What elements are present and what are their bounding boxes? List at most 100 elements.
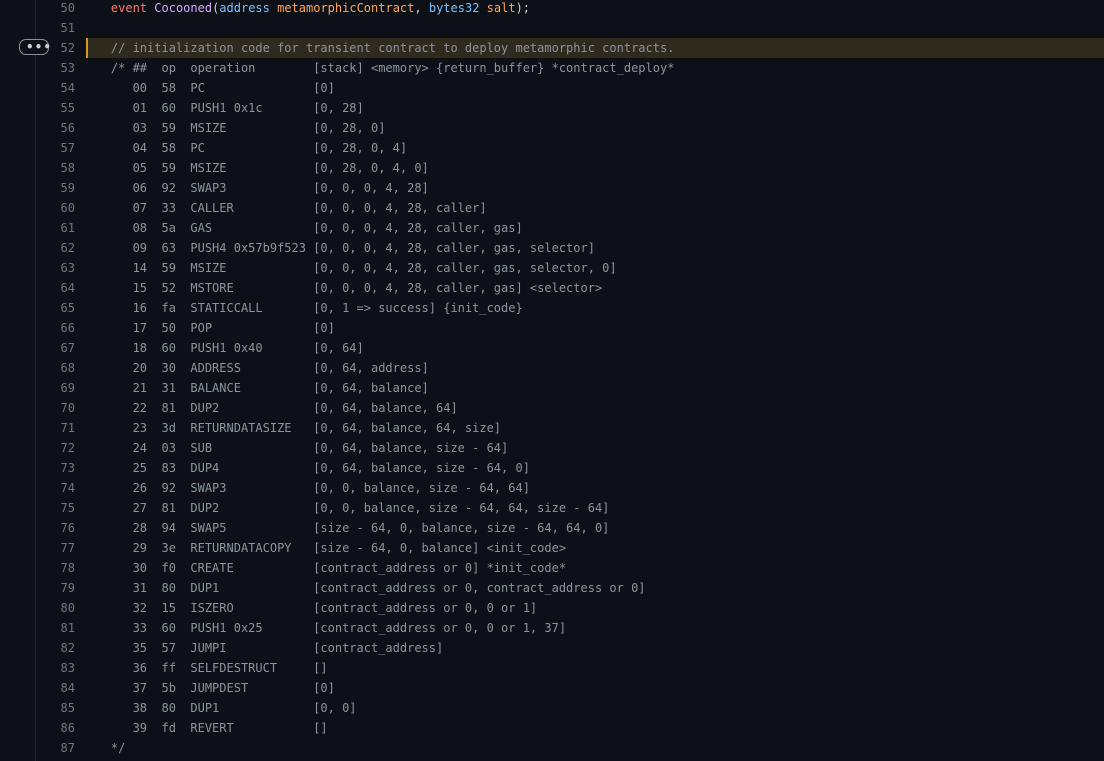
code-token: 03 59 MSIZE [0, 28, 0]: [82, 121, 386, 135]
line-number[interactable]: 87: [36, 738, 75, 758]
line-number[interactable]: 86: [36, 718, 75, 738]
code-token: 29 3e RETURNDATACOPY [size - 64, 0, bala…: [82, 541, 567, 555]
code-token: 01 60 PUSH1 0x1c [0, 28]: [82, 101, 364, 115]
line-code: 37 5b JUMPDEST [0]: [82, 678, 335, 698]
code-line: 50 event Cocooned(address metamorphicCon…: [0, 0, 1104, 18]
code-line: 73 25 83 DUP4 [0, 64, balance, size - 64…: [0, 458, 1104, 478]
line-number[interactable]: 56: [36, 118, 75, 138]
line-code: 08 5a GAS [0, 0, 0, 4, 28, caller, gas]: [82, 218, 523, 238]
line-code: 14 59 MSIZE [0, 0, 0, 4, 28, caller, gas…: [82, 258, 617, 278]
code-token: 27 81 DUP2 [0, 0, balance, size - 64, 64…: [82, 501, 610, 515]
line-code: 30 f0 CREATE [contract_address or 0] *in…: [82, 558, 567, 578]
line-number[interactable]: 65: [36, 298, 75, 318]
line-number[interactable]: 70: [36, 398, 75, 418]
line-number[interactable]: 75: [36, 498, 75, 518]
line-code: 24 03 SUB [0, 64, balance, size - 64]: [82, 438, 509, 458]
code-token: salt: [486, 1, 516, 15]
line-number[interactable]: 74: [36, 478, 75, 498]
line-number[interactable]: 82: [36, 638, 75, 658]
code-token: 21 31 BALANCE [0, 64, balance]: [82, 381, 429, 395]
code-line: 60 07 33 CALLER [0, 0, 0, 4, 28, caller]: [0, 198, 1104, 218]
line-number[interactable]: 59: [36, 178, 75, 198]
line-number[interactable]: 62: [36, 238, 75, 258]
line-number[interactable]: 71: [36, 418, 75, 438]
line-number[interactable]: 64: [36, 278, 75, 298]
code-token: 39 fd REVERT []: [82, 721, 328, 735]
line-number[interactable]: 53: [36, 58, 75, 78]
code-line: 65 16 fa STATICCALL [0, 1 => success] {i…: [0, 298, 1104, 318]
line-number[interactable]: 79: [36, 578, 75, 598]
line-code: event Cocooned(address metamorphicContra…: [82, 0, 530, 18]
line-number[interactable]: 81: [36, 618, 75, 638]
line-code: 18 60 PUSH1 0x40 [0, 64]: [82, 338, 364, 358]
code-line: 53 /* ## op operation [stack] <memory> {…: [0, 58, 1104, 78]
code-token: 06 92 SWAP3 [0, 0, 0, 4, 28]: [82, 181, 429, 195]
code-line: 82 35 57 JUMPI [contract_address]: [0, 638, 1104, 658]
line-number[interactable]: 51: [36, 18, 75, 38]
code-token: 20 30 ADDRESS [0, 64, address]: [82, 361, 429, 375]
code-token: 25 83 DUP4 [0, 64, balance, size - 64, 0…: [82, 461, 530, 475]
code-token: // initialization code for transient con…: [82, 41, 675, 55]
line-code: 29 3e RETURNDATACOPY [size - 64, 0, bala…: [82, 538, 567, 558]
code-token: 22 81 DUP2 [0, 64, balance, 64]: [82, 401, 458, 415]
code-line: 54 00 58 PC [0]: [0, 78, 1104, 98]
code-line: 57 04 58 PC [0, 28, 0, 4]: [0, 138, 1104, 158]
line-number[interactable]: 66: [36, 318, 75, 338]
code-line: 86 39 fd REVERT []: [0, 718, 1104, 738]
line-number[interactable]: 63: [36, 258, 75, 278]
line-number[interactable]: 67: [36, 338, 75, 358]
code-line: 71 23 3d RETURNDATASIZE [0, 64, balance,…: [0, 418, 1104, 438]
line-code: 31 80 DUP1 [contract_address or 0, contr…: [82, 578, 646, 598]
code-token: 04 58 PC [0, 28, 0, 4]: [82, 141, 408, 155]
line-number[interactable]: 80: [36, 598, 75, 618]
code-line: 51: [0, 18, 1104, 38]
line-number[interactable]: 55: [36, 98, 75, 118]
line-number[interactable]: 77: [36, 538, 75, 558]
code-token: 00 58 PC [0]: [82, 81, 335, 95]
code-line: 55 01 60 PUSH1 0x1c [0, 28]: [0, 98, 1104, 118]
line-number[interactable]: 68: [36, 358, 75, 378]
line-code: 22 81 DUP2 [0, 64, balance, 64]: [82, 398, 458, 418]
code-line: 76 28 94 SWAP5 [size - 64, 0, balance, s…: [0, 518, 1104, 538]
code-line: 81 33 60 PUSH1 0x25 [contract_address or…: [0, 618, 1104, 638]
line-number[interactable]: 85: [36, 698, 75, 718]
code-token: 35 57 JUMPI [contract_address]: [82, 641, 444, 655]
code-line: 70 22 81 DUP2 [0, 64, balance, 64]: [0, 398, 1104, 418]
line-code: 01 60 PUSH1 0x1c [0, 28]: [82, 98, 364, 118]
code-token: metamorphicContract: [277, 1, 415, 15]
line-number[interactable]: 76: [36, 518, 75, 538]
code-line: 61 08 5a GAS [0, 0, 0, 4, 28, caller, ga…: [0, 218, 1104, 238]
code-token: );: [515, 1, 531, 15]
code-line: 52 // initialization code for transient …: [0, 38, 1104, 58]
code-line: 67 18 60 PUSH1 0x40 [0, 64]: [0, 338, 1104, 358]
line-code: 03 59 MSIZE [0, 28, 0]: [82, 118, 386, 138]
line-code: 17 50 POP [0]: [82, 318, 335, 338]
expand-lines-button[interactable]: •••: [19, 39, 51, 55]
line-number[interactable]: 72: [36, 438, 75, 458]
code-token: 26 92 SWAP3 [0, 0, balance, size - 64, 6…: [82, 481, 530, 495]
line-code: 25 83 DUP4 [0, 64, balance, size - 64, 0…: [82, 458, 530, 478]
line-number[interactable]: 83: [36, 658, 75, 678]
line-number[interactable]: 73: [36, 458, 75, 478]
line-number[interactable]: 57: [36, 138, 75, 158]
line-number[interactable]: 54: [36, 78, 75, 98]
code-line: 64 15 52 MSTORE [0, 0, 0, 4, 28, caller,…: [0, 278, 1104, 298]
code-line: 74 26 92 SWAP3 [0, 0, balance, size - 64…: [0, 478, 1104, 498]
line-code: 20 30 ADDRESS [0, 64, address]: [82, 358, 429, 378]
code-token: 28 94 SWAP5 [size - 64, 0, balance, size…: [82, 521, 610, 535]
code-line: 58 05 59 MSIZE [0, 28, 0, 4, 0]: [0, 158, 1104, 178]
line-number[interactable]: 58: [36, 158, 75, 178]
line-number[interactable]: 69: [36, 378, 75, 398]
code-token: 09 63 PUSH4 0x57b9f523 [0, 0, 0, 4, 28, …: [82, 241, 595, 255]
code-token: bytes32: [428, 1, 480, 15]
line-number[interactable]: 61: [36, 218, 75, 238]
line-number[interactable]: 60: [36, 198, 75, 218]
line-number[interactable]: 50: [36, 0, 75, 18]
line-number[interactable]: 78: [36, 558, 75, 578]
line-number[interactable]: 84: [36, 678, 75, 698]
code-token: 32 15 ISZERO [contract_address or 0, 0 o…: [82, 601, 538, 615]
line-code: 36 ff SELFDESTRUCT []: [82, 658, 328, 678]
code-line: 78 30 f0 CREATE [contract_address or 0] …: [0, 558, 1104, 578]
code-token: 17 50 POP [0]: [82, 321, 335, 335]
